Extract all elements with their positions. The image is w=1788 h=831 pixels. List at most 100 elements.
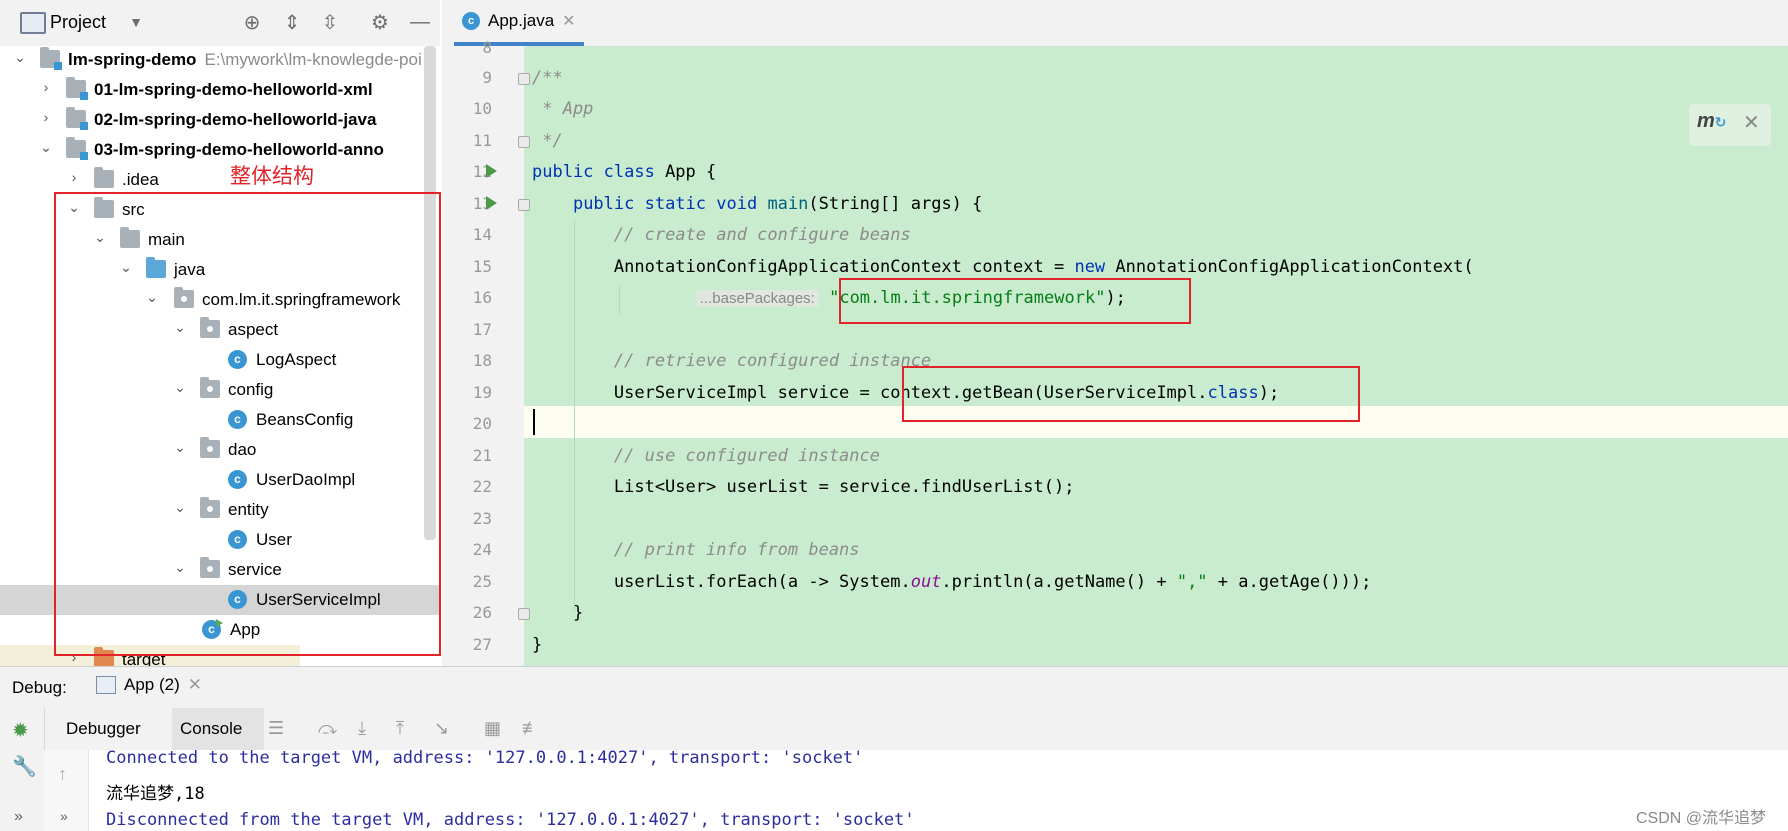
expand-all-icon[interactable]: ⇕ <box>280 10 304 34</box>
text-caret <box>533 409 535 435</box>
more-icon[interactable]: » <box>60 808 68 824</box>
tree-item-idea[interactable]: › .idea <box>0 165 440 195</box>
step-into-icon[interactable]: ⤓ <box>358 718 366 739</box>
close-icon[interactable]: ✕ <box>188 675 202 695</box>
code-line[interactable]: } <box>532 603 583 623</box>
tab-console[interactable]: Console <box>180 719 242 739</box>
line-number: 19 <box>472 383 492 402</box>
code-line[interactable]: * App <box>532 99 593 119</box>
line-number: 9 <box>482 68 492 87</box>
step-out-icon[interactable]: ⤒ <box>396 718 404 739</box>
project-panel-title[interactable]: Project <box>50 12 106 33</box>
tab-debugger[interactable]: Debugger <box>66 719 141 739</box>
folder-icon <box>94 167 114 188</box>
code-line[interactable]: public static void main(String[] args) { <box>532 194 982 214</box>
line-number: 24 <box>472 540 492 559</box>
close-icon[interactable]: ✕ <box>562 11 575 31</box>
debug-title-bar: Debug: App (2) ✕ <box>0 666 1788 709</box>
line-number: 11 <box>472 131 492 150</box>
line-number: 17 <box>472 320 492 339</box>
parameter-hint: ...basePackages: <box>695 290 819 307</box>
fold-icon[interactable] <box>518 608 530 620</box>
debug-sidebar: ✹ 🔧 » <box>0 708 45 831</box>
line-number: 23 <box>472 509 492 528</box>
annotation-box <box>54 192 441 656</box>
session-label: App (2) <box>124 675 180 694</box>
class-icon: c <box>462 12 480 30</box>
line-number: 14 <box>472 225 492 244</box>
tree-item-module-2[interactable]: › 02-lm-spring-demo-helloworld-java <box>0 105 440 135</box>
menu-icon[interactable]: ☰ <box>268 718 284 739</box>
code-line[interactable]: // create and configure beans <box>532 225 911 245</box>
annotation-box <box>839 278 1191 324</box>
code-line[interactable]: public class App { <box>532 162 716 182</box>
code-line[interactable]: AnnotationConfigApplicationContext conte… <box>532 257 1474 277</box>
arrow-up-icon[interactable]: ↑ <box>58 764 67 785</box>
tree-item-module-3[interactable]: ⌄ 03-lm-spring-demo-helloworld-anno <box>0 135 440 165</box>
debug-label: Debug: <box>12 678 67 697</box>
chevron-right-icon[interactable]: › <box>38 79 54 99</box>
line-number: 16 <box>472 288 492 307</box>
run-gutter-icon[interactable] <box>486 164 497 178</box>
debug-toolbar: Debugger Console ☰ ⤼ ⤓ ⤒ ↘ ▦ ≢ <box>0 708 1788 751</box>
module-label: 02-lm-spring-demo-helloworld-java <box>94 110 377 129</box>
fold-icon[interactable] <box>518 73 530 85</box>
collapse-all-icon[interactable]: ⇳ <box>318 10 342 34</box>
evaluate-icon[interactable]: ▦ <box>484 718 501 739</box>
module-folder-icon <box>40 47 62 70</box>
console-line: 流华追梦,18 <box>106 784 205 804</box>
folder-label: .idea <box>122 170 159 189</box>
bug-icon[interactable]: ✹ <box>12 718 29 743</box>
tree-item-root[interactable]: ⌄ lm-spring-demo E:\mywork\lm-knowlegde-p… <box>0 46 440 75</box>
code-line[interactable]: // retrieve configured instance <box>532 351 931 371</box>
code-line[interactable]: */ <box>532 131 562 151</box>
hide-panel-icon[interactable]: — <box>408 10 432 34</box>
trace-icon[interactable]: ≢ <box>522 718 540 739</box>
module-label: 03-lm-spring-demo-helloworld-anno <box>94 140 384 159</box>
annotation-box <box>902 366 1360 422</box>
watermark: CSDN @流华追梦 <box>1636 810 1767 827</box>
console-line: Connected to the target VM, address: '12… <box>106 748 864 768</box>
module-folder-icon <box>66 107 88 130</box>
root-name: lm-spring-demo <box>68 50 197 69</box>
gear-icon[interactable]: ⚙ <box>368 10 392 34</box>
chevron-down-icon[interactable]: ▼ <box>124 10 148 34</box>
chevron-down-icon[interactable]: ⌄ <box>12 49 28 69</box>
maven-icon[interactable]: m↻ <box>1697 110 1727 133</box>
code-line[interactable]: List<User> userList = service.findUserLi… <box>532 477 1075 497</box>
code-line[interactable]: } <box>532 635 542 655</box>
line-number: 8 <box>482 38 492 57</box>
chevron-down-icon[interactable]: ⌄ <box>38 139 54 159</box>
line-number: 18 <box>472 351 492 370</box>
console-gutter: ↑ » <box>44 750 89 831</box>
run-gutter-icon[interactable] <box>486 196 497 210</box>
tree-item-module-1[interactable]: › 01-lm-spring-demo-helloworld-xml <box>0 75 440 105</box>
project-view-icon <box>20 12 46 34</box>
module-folder-icon <box>66 77 88 100</box>
locate-file-icon[interactable]: ⊕ <box>240 10 264 34</box>
line-number: 10 <box>472 99 492 118</box>
root-path: E:\mywork\lm-knowlegde-poi <box>204 50 422 69</box>
close-icon[interactable]: ✕ <box>1743 110 1760 135</box>
line-number: 20 <box>472 414 492 433</box>
code-line[interactable]: /** <box>532 68 563 88</box>
line-number: 15 <box>472 257 492 276</box>
chevron-right-icon[interactable]: › <box>38 109 54 129</box>
fold-icon[interactable] <box>518 136 530 148</box>
debug-session-tab[interactable]: App (2) ✕ <box>96 675 202 695</box>
code-line[interactable]: userList.forEach(a -> System.out.println… <box>532 572 1371 592</box>
more-icon[interactable]: » <box>14 808 23 826</box>
code-line[interactable]: // print info from beans <box>532 540 860 560</box>
line-number: 21 <box>472 446 492 465</box>
step-over-icon[interactable]: ⤼ <box>318 718 337 739</box>
fold-icon[interactable] <box>518 199 530 211</box>
wrench-icon[interactable]: 🔧 <box>12 754 37 779</box>
run-to-cursor-icon[interactable]: ↘ <box>434 718 449 739</box>
maven-reload-widget[interactable]: m↻ ✕ <box>1689 104 1771 146</box>
session-icon <box>96 676 116 694</box>
line-number: 27 <box>472 635 492 654</box>
editor-tab-bar: c App.java ✕ <box>442 0 1788 47</box>
line-number: 12 <box>472 162 492 181</box>
code-line[interactable]: // use configured instance <box>532 446 880 466</box>
chevron-right-icon[interactable]: › <box>66 169 82 189</box>
